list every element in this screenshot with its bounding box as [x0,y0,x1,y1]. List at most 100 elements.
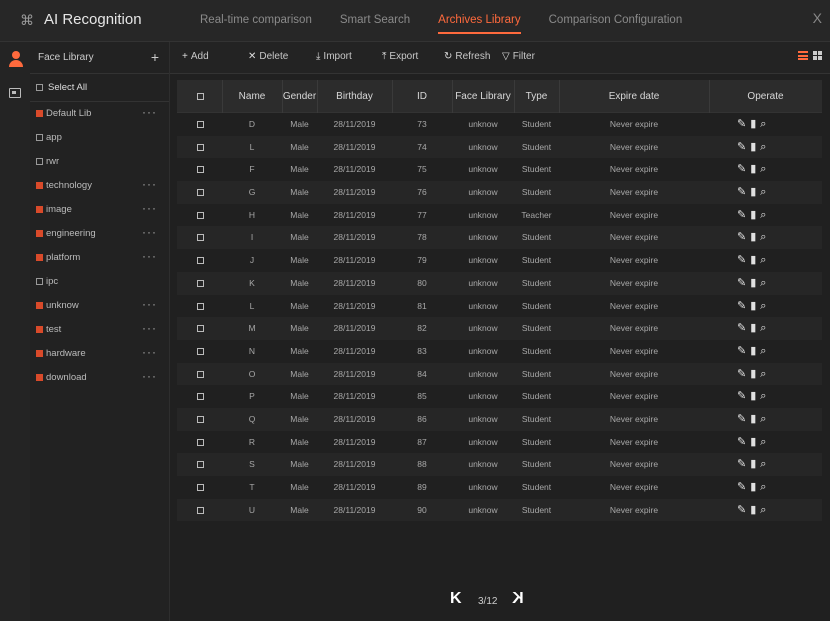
edit-icon[interactable]: ✎ [737,368,750,380]
library-item[interactable]: technology ··· [30,174,169,198]
add-library-button[interactable]: + [151,49,159,65]
trash-icon[interactable]: ▮ [750,368,760,380]
search-icon[interactable]: ⌕ [760,231,770,243]
trash-icon[interactable]: ▮ [750,481,760,493]
select-all-libraries[interactable]: Select All [30,74,169,102]
more-options-icon[interactable]: ··· [142,105,157,119]
trash-icon[interactable]: ▮ [750,458,760,470]
more-options-icon[interactable]: ··· [142,201,157,215]
search-icon[interactable]: ⌕ [760,163,770,175]
trash-icon[interactable]: ▮ [750,254,760,266]
more-options-icon[interactable]: ··· [142,249,157,263]
search-icon[interactable]: ⌕ [760,209,770,221]
face-library-icon[interactable] [9,51,23,67]
table-row[interactable]: L Male 28/11/2019 74 unknow Student Never expi… [177,135,822,159]
trash-icon[interactable]: ▮ [750,231,760,243]
table-row[interactable]: S Male 28/11/2019 88 unknow Student Never expi… [177,453,822,476]
table-row[interactable]: T Male 28/11/2019 89 unknow Student Never expi… [177,476,822,499]
list-view-icon[interactable] [798,51,808,60]
table-row[interactable]: I Male 28/11/2019 78 unknow Student Never expi… [177,226,822,250]
edit-icon[interactable]: ✎ [737,345,750,357]
row-checkbox[interactable] [197,166,204,174]
library-checkbox[interactable] [36,134,43,141]
add-button[interactable]: + Add [182,51,209,62]
table-row[interactable]: H Male 28/11/2019 77 unknow Teacher Never expi… [177,204,822,227]
more-options-icon[interactable]: ··· [142,297,157,311]
select-all-rows-checkbox[interactable] [197,93,204,100]
edit-icon[interactable]: ✎ [737,277,750,289]
library-item[interactable]: hardware ··· [30,342,169,366]
row-checkbox[interactable] [197,415,204,423]
row-checkbox[interactable] [197,370,204,378]
search-icon[interactable]: ⌕ [760,504,770,516]
import-button[interactable]: ⤓ Import [316,51,352,62]
library-item[interactable]: platform ··· [30,246,169,270]
search-icon[interactable]: ⌕ [760,254,770,266]
refresh-button[interactable]: ↻ Refresh [444,51,490,62]
trash-icon[interactable]: ▮ [750,436,760,448]
trash-icon[interactable]: ▮ [750,186,760,198]
library-item[interactable]: test ··· [30,318,169,342]
row-checkbox[interactable] [197,506,204,514]
library-checkbox[interactable] [36,158,43,165]
trash-icon[interactable]: ▮ [750,163,760,175]
search-icon[interactable]: ⌕ [760,390,770,402]
more-options-icon[interactable]: ··· [142,321,157,335]
more-options-icon[interactable]: ··· [142,345,157,359]
library-checkbox[interactable] [36,230,43,237]
search-icon[interactable]: ⌕ [760,118,770,130]
export-button[interactable]: ⤒ Export [382,51,418,62]
library-item[interactable]: app [30,126,169,150]
search-icon[interactable]: ⌕ [760,436,770,448]
trash-icon[interactable]: ▮ [750,118,760,130]
table-row[interactable]: F Male 28/11/2019 75 unknow Student Never expi… [177,158,822,181]
library-checkbox[interactable] [36,254,43,261]
more-options-icon[interactable]: ··· [142,369,157,383]
row-checkbox[interactable] [197,438,204,446]
row-checkbox[interactable] [197,325,204,333]
trash-icon[interactable]: ▮ [750,413,760,425]
table-row[interactable]: L Male 28/11/2019 81 unknow Student Never expi… [177,295,822,318]
search-icon[interactable]: ⌕ [760,345,770,357]
library-checkbox[interactable] [36,374,43,381]
tab-realtime-comparison[interactable]: Real-time comparison [200,0,312,42]
table-row[interactable]: Q Male 28/11/2019 86 unknow Student Never expi… [177,407,822,431]
last-page-button[interactable]: K [512,590,524,608]
table-row[interactable]: N Male 28/11/2019 83 unknow Student Never expi… [177,340,822,363]
library-checkbox[interactable] [36,326,43,333]
row-checkbox[interactable] [197,347,204,355]
row-checkbox[interactable] [197,484,204,491]
edit-icon[interactable]: ✎ [737,231,750,243]
tab-archives-library[interactable]: Archives Library [438,0,522,42]
search-icon[interactable]: ⌕ [760,481,770,493]
table-row[interactable]: R Male 28/11/2019 87 unknow Student Never expi… [177,431,822,454]
edit-icon[interactable]: ✎ [737,163,750,175]
first-page-button[interactable]: K [450,590,462,608]
trash-icon[interactable]: ▮ [750,277,760,289]
table-row[interactable]: M Male 28/11/2019 82 unknow Student Never expi… [177,317,822,340]
table-row[interactable]: U Male 28/11/2019 90 unknow Student Never expi… [177,498,822,522]
edit-icon[interactable]: ✎ [737,300,750,312]
edit-icon[interactable]: ✎ [737,390,750,402]
edit-icon[interactable]: ✎ [737,436,750,448]
tab-comparison-configuration[interactable]: Comparison Configuration [549,0,683,42]
trash-icon[interactable]: ▮ [750,322,760,334]
trash-icon[interactable]: ▮ [750,345,760,357]
tab-smart-search[interactable]: Smart Search [340,0,410,42]
search-icon[interactable]: ⌕ [760,458,770,470]
library-item[interactable]: Default Lib ··· [30,102,169,126]
row-checkbox[interactable] [197,279,204,287]
trash-icon[interactable]: ▮ [750,141,760,153]
trash-icon[interactable]: ▮ [750,390,760,402]
library-item[interactable]: rwr [30,150,169,174]
grid-view-icon[interactable] [813,51,822,60]
close-icon[interactable]: X [813,10,822,26]
table-row[interactable]: G Male 28/11/2019 76 unknow Student Never expi… [177,181,822,204]
trash-icon[interactable]: ▮ [750,209,760,221]
row-checkbox[interactable] [197,143,204,151]
edit-icon[interactable]: ✎ [737,118,750,130]
more-options-icon[interactable]: ··· [142,177,157,191]
library-checkbox[interactable] [36,206,43,213]
row-checkbox[interactable] [197,121,204,128]
table-row[interactable]: P Male 28/11/2019 85 unknow Student Never expi… [177,385,822,408]
